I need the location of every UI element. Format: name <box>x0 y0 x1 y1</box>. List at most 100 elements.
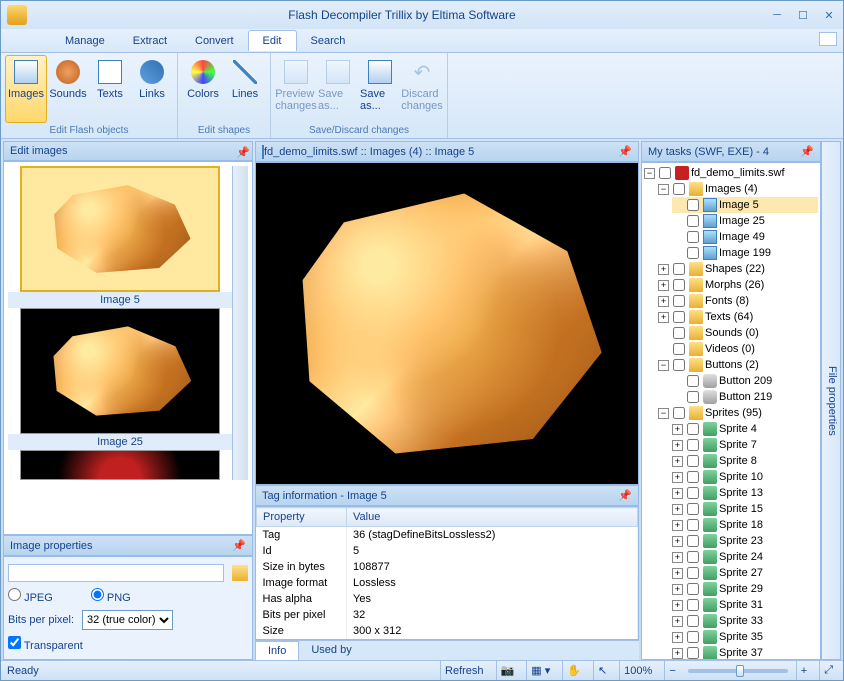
collapse-icon[interactable]: − <box>658 184 669 195</box>
tree-sprite-item[interactable]: +Sprite 33 <box>672 613 818 629</box>
thumbnail-item[interactable]: Image 25 <box>8 308 232 450</box>
links-button[interactable]: Links <box>131 55 173 123</box>
collapse-icon[interactable]: − <box>658 360 669 371</box>
collapse-icon[interactable]: − <box>658 408 669 419</box>
minimize-button[interactable]: ─ <box>769 7 785 23</box>
tree-sprite-item[interactable]: +Sprite 7 <box>672 437 818 453</box>
expand-icon[interactable]: + <box>672 600 683 611</box>
tree-sounds[interactable]: Sounds (0) <box>658 325 818 341</box>
pin-icon[interactable]: 📌 <box>618 489 632 502</box>
tree-sprite-item[interactable]: +Sprite 29 <box>672 581 818 597</box>
tree-sprite-item[interactable]: +Sprite 37 <box>672 645 818 660</box>
save-as-disabled-button[interactable]: Save as... <box>317 55 359 123</box>
tree-sprite-item[interactable]: +Sprite 13 <box>672 485 818 501</box>
tree-sprite-item[interactable]: +Sprite 31 <box>672 597 818 613</box>
expand-icon[interactable]: + <box>658 264 669 275</box>
expand-icon[interactable]: + <box>672 648 683 659</box>
lines-button[interactable]: Lines <box>224 55 266 123</box>
thumbnail-item[interactable] <box>8 450 232 480</box>
tree-sprite-item[interactable]: +Sprite 18 <box>672 517 818 533</box>
menu-search[interactable]: Search <box>297 31 360 51</box>
tab-info[interactable]: Info <box>255 641 299 660</box>
expand-icon[interactable]: + <box>672 584 683 595</box>
tree-texts[interactable]: +Texts (64) <box>658 309 818 325</box>
path-input[interactable] <box>8 564 224 582</box>
tree-sprite-item[interactable]: +Sprite 8 <box>672 453 818 469</box>
collapse-icon[interactable]: − <box>644 168 655 179</box>
expand-icon[interactable]: + <box>672 456 683 467</box>
grid-icon[interactable]: ▦ ▾ <box>526 661 554 680</box>
scrollbar[interactable] <box>232 166 248 480</box>
tree-button-item[interactable]: Button 219 <box>672 389 818 405</box>
expand-icon[interactable]: + <box>672 616 683 627</box>
tree-buttons[interactable]: −Buttons (2) <box>658 357 818 373</box>
expand-icon[interactable]: + <box>658 296 669 307</box>
menu-edit[interactable]: Edit <box>248 30 297 51</box>
expand-icon[interactable]: + <box>672 440 683 451</box>
tree-sprite-item[interactable]: +Sprite 15 <box>672 501 818 517</box>
hand-icon[interactable]: ✋ <box>562 661 585 680</box>
expand-icon[interactable]: + <box>672 552 683 563</box>
tree-button-item[interactable]: Button 209 <box>672 373 818 389</box>
menu-manage[interactable]: Manage <box>51 31 119 51</box>
pin-icon[interactable]: 📌 <box>236 146 246 156</box>
pin-icon[interactable]: 📌 <box>232 539 246 552</box>
expand-icon[interactable]: + <box>672 568 683 579</box>
zoom-out-button[interactable]: − <box>664 661 679 680</box>
tree-image-item[interactable]: Image 25 <box>672 213 818 229</box>
sounds-button[interactable]: Sounds <box>47 55 89 123</box>
preview-canvas[interactable] <box>255 162 639 485</box>
menu-extract[interactable]: Extract <box>119 31 181 51</box>
pin-icon[interactable]: 📌 <box>618 145 632 158</box>
tab-used-by[interactable]: Used by <box>299 641 363 660</box>
zoom-slider[interactable] <box>688 669 788 673</box>
expand-icon[interactable]: + <box>672 424 683 435</box>
texts-button[interactable]: Texts <box>89 55 131 123</box>
expand-icon[interactable]: + <box>672 536 683 547</box>
file-properties-tab[interactable]: File properties <box>821 141 841 660</box>
jpeg-radio[interactable]: JPEG <box>8 588 53 604</box>
toolbar-options-icon[interactable] <box>819 32 837 46</box>
bpp-select[interactable]: 32 (true color) <box>82 610 173 630</box>
tree-sprite-item[interactable]: +Sprite 24 <box>672 549 818 565</box>
expand-icon[interactable]: + <box>672 488 683 499</box>
tree-morphs[interactable]: +Morphs (26) <box>658 277 818 293</box>
tree-sprite-item[interactable]: +Sprite 35 <box>672 629 818 645</box>
tree-shapes[interactable]: +Shapes (22) <box>658 261 818 277</box>
expand-icon[interactable]: + <box>658 280 669 291</box>
menu-convert[interactable]: Convert <box>181 31 248 51</box>
col-value[interactable]: Value <box>347 508 638 527</box>
save-as-button[interactable]: Save as... <box>359 55 401 123</box>
tree-sprite-item[interactable]: +Sprite 10 <box>672 469 818 485</box>
thumbnail-list[interactable]: Image 5 Image 25 <box>3 161 253 535</box>
tree-image-item[interactable]: Image 5 <box>672 197 818 213</box>
pointer-icon[interactable]: ↖ <box>593 661 611 680</box>
tree-image-item[interactable]: Image 49 <box>672 229 818 245</box>
browse-icon[interactable] <box>232 565 248 581</box>
refresh-button[interactable]: Refresh <box>440 661 488 680</box>
preview-changes-button[interactable]: Preview changes <box>275 55 317 123</box>
tree-videos[interactable]: Videos (0) <box>658 341 818 357</box>
camera-icon[interactable]: 📷 <box>496 661 519 680</box>
expand-icon[interactable]: + <box>672 520 683 531</box>
colors-button[interactable]: Colors <box>182 55 224 123</box>
tree-sprites[interactable]: −Sprites (95) <box>658 405 818 421</box>
images-button[interactable]: Images <box>5 55 47 123</box>
expand-icon[interactable]: + <box>658 312 669 323</box>
tree-sprite-item[interactable]: +Sprite 23 <box>672 533 818 549</box>
expand-icon[interactable]: + <box>672 632 683 643</box>
png-radio[interactable]: PNG <box>91 588 131 604</box>
fit-icon[interactable]: ⤢ <box>819 661 837 680</box>
pin-icon[interactable]: 📌 <box>800 145 814 158</box>
close-button[interactable]: ✕ <box>821 7 837 23</box>
task-tree[interactable]: −fd_demo_limits.swf −Images (4) Image 5 … <box>641 162 821 660</box>
tree-image-item[interactable]: Image 199 <box>672 245 818 261</box>
tree-root[interactable]: −fd_demo_limits.swf <box>644 165 818 181</box>
expand-icon[interactable]: + <box>672 472 683 483</box>
maximize-button[interactable]: ☐ <box>795 7 811 23</box>
col-property[interactable]: Property <box>257 508 347 527</box>
expand-icon[interactable]: + <box>672 504 683 515</box>
thumbnail-item[interactable]: Image 5 <box>8 166 232 308</box>
discard-changes-button[interactable]: ↶Discard changes <box>401 55 443 123</box>
tree-sprite-item[interactable]: +Sprite 4 <box>672 421 818 437</box>
